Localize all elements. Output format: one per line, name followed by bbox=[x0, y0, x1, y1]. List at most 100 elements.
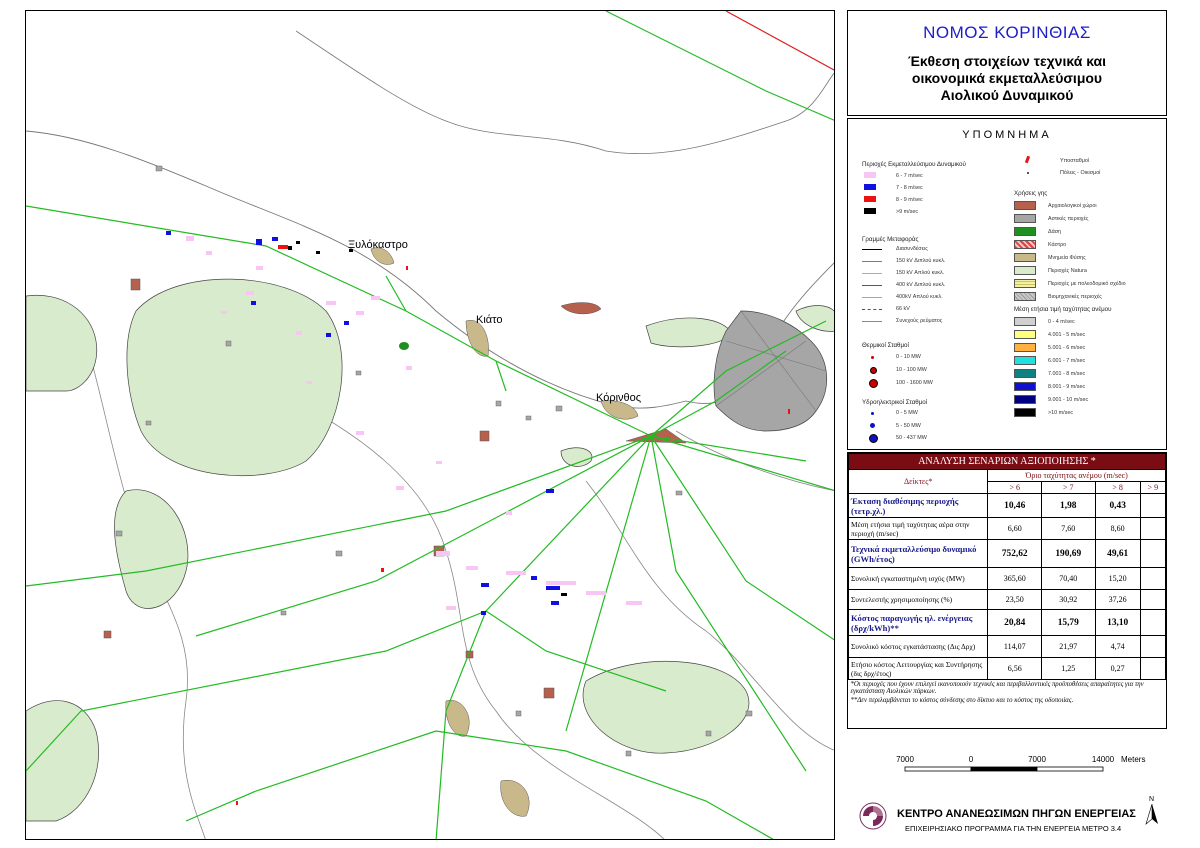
legend-line-swatch bbox=[862, 261, 882, 262]
legend-label: 5 - 50 MW bbox=[896, 423, 921, 429]
cell-value: 15,20 bbox=[1094, 567, 1141, 590]
natura-area bbox=[795, 305, 834, 332]
threshold-header: > 6 bbox=[987, 481, 1042, 494]
transmission-400kv bbox=[725, 11, 834, 71]
forest bbox=[399, 342, 409, 350]
cell-value: 10,46 bbox=[987, 493, 1042, 518]
row-label: Συνολικό κόστος εγκατάστασης (Δις Δρχ) bbox=[848, 635, 989, 658]
legend-label: Περιοχές με πολεοδομικό σχέδιο bbox=[1048, 281, 1126, 287]
row-label: Κόστος παραγωγής ηλ. ενέργειας (δρχ/kWh)… bbox=[848, 609, 989, 636]
legend-swatch-landuse bbox=[1014, 253, 1036, 262]
cell-value bbox=[1139, 493, 1166, 518]
legend-swatch-wind bbox=[1014, 408, 1036, 417]
cell-value: 70,40 bbox=[1040, 567, 1096, 590]
legend-thermal-header: Θερμικοί Σταθμοί bbox=[862, 342, 909, 349]
scale-label: 0 bbox=[969, 755, 974, 764]
cell-value: 6,60 bbox=[987, 517, 1042, 540]
legend-label: 10 - 100 MW bbox=[896, 367, 927, 373]
cell-value: 37,26 bbox=[1094, 589, 1141, 610]
natura-area bbox=[645, 317, 732, 348]
analysis-table: ΑΝΑΛΥΣΗ ΣΕΝΑΡΙΩΝ ΑΞΙΟΠΟΙΗΣΗΣ * Δείκτες* … bbox=[848, 453, 1166, 705]
legend-label: 0 - 4 m/sec bbox=[1048, 319, 1075, 325]
legend-title: ΥΠΟΜΝΗΜΑ bbox=[962, 129, 1052, 141]
natura-area bbox=[26, 700, 99, 822]
legend-swatch-wind bbox=[1014, 382, 1036, 391]
north-label: N bbox=[1149, 796, 1155, 803]
report-title-line: Αιολικού Δυναμικού bbox=[940, 87, 1074, 103]
legend-label: 4.001 - 5 m/sec bbox=[1048, 332, 1086, 338]
legend-swatch-wind bbox=[1014, 343, 1036, 352]
town-label-korinthos: Κόρινθος bbox=[596, 392, 642, 404]
legend-label: Υποσταθμοί bbox=[1060, 158, 1090, 164]
row-label: Συνολική εγκαταστημένη ισχύς (MW) bbox=[848, 567, 989, 590]
legend-label: 0 - 5 MW bbox=[896, 410, 918, 416]
legend-swatch-wind bbox=[1014, 356, 1036, 365]
threshold-header: > 7 bbox=[1040, 481, 1096, 494]
legend-swatch-potential bbox=[864, 184, 876, 190]
scale-unit: Meters bbox=[1121, 755, 1145, 764]
legend-label: Συνεχούς ρεύματος bbox=[896, 318, 943, 324]
legend-label: Βιομηχανικές περιοχές bbox=[1048, 294, 1102, 300]
hydro-icon-large bbox=[869, 434, 878, 443]
thermal-icon-small bbox=[871, 356, 874, 359]
map-canvas bbox=[26, 11, 834, 839]
cell-value bbox=[1139, 635, 1166, 658]
cell-value bbox=[1139, 539, 1166, 568]
scale-label: 7000 bbox=[896, 755, 914, 764]
legend-label: 5.001 - 6 m/sec bbox=[1048, 345, 1086, 351]
natura-area bbox=[582, 660, 750, 754]
archaeological-site bbox=[560, 302, 602, 315]
legend-box: ΥΠΟΜΝΗΜΑ Περιοχές Εκμεταλλεύσιμου Δυναμι… bbox=[847, 118, 1167, 450]
footnote: *Οι περιοχές που έχουν επιλεγεί ικανοποι… bbox=[850, 681, 1144, 695]
cell-value bbox=[1139, 567, 1166, 590]
legend-line-swatch bbox=[862, 285, 882, 286]
cell-value: 365,60 bbox=[987, 567, 1042, 590]
map-frame[interactable]: Ξυλόκαστρο Κιάτο Κόρινθος bbox=[25, 10, 835, 840]
archaeological-site bbox=[130, 278, 141, 291]
legend-swatch-wind bbox=[1014, 317, 1036, 326]
coastline-north bbox=[295, 30, 834, 154]
analysis-title: ΑΝΑΛΥΣΗ ΣΕΝΑΡΙΩΝ ΑΞΙΟΠΟΙΗΣΗΣ * bbox=[848, 453, 1166, 470]
legend-label: 8.001 - 9 m/sec bbox=[1048, 384, 1086, 390]
cell-value: 15,79 bbox=[1040, 609, 1096, 636]
legend-swatch-potential bbox=[864, 196, 876, 202]
legend-label: 150 kV Διπλού κυκλ. bbox=[896, 258, 946, 264]
legend-label: Δάση bbox=[1048, 229, 1062, 235]
cres-logo-icon bbox=[859, 802, 887, 830]
legend-swatch-landuse bbox=[1014, 227, 1036, 236]
title-box: ΝΟΜΟΣ ΚΟΡΙΝΘΙΑΣ Έκθεση στοιχείων τεχνικά… bbox=[847, 10, 1167, 116]
cell-value: 8,60 bbox=[1094, 517, 1141, 540]
org-name: ΚΕΝΤΡΟ ΑΝΑΝΕΩΣΙΜΩΝ ΠΗΓΩΝ ΕΝΕΡΓΕΙΑΣ bbox=[897, 808, 1136, 820]
legend-label: 150 kV Απλού κυκλ. bbox=[896, 270, 945, 276]
legend-label: Αστικές περιοχές bbox=[1048, 216, 1089, 222]
row-label: Μέση ετήσια τιμή ταχύτητας αέρα στην περ… bbox=[848, 517, 989, 540]
col-indicators: Δείκτες* bbox=[848, 469, 989, 494]
legend-swatch-landuse bbox=[1014, 292, 1036, 301]
thermal-icon-medium bbox=[870, 367, 877, 374]
substation-icon bbox=[1024, 155, 1031, 164]
legend-label: 100 - 1600 MW bbox=[896, 380, 933, 386]
legend-line-swatch bbox=[862, 249, 882, 250]
threshold-header: > 8 bbox=[1094, 481, 1141, 494]
legend-label: 8 - 9 m/sec bbox=[896, 197, 923, 203]
scale-label: 7000 bbox=[1028, 755, 1046, 764]
legend-label: 7 - 8 m/sec bbox=[896, 185, 923, 191]
legend-label: Κάστρο bbox=[1048, 242, 1067, 248]
legend-label: 400 kV Διπλού κυκλ. bbox=[896, 282, 946, 288]
town-label-xylokastro: Ξυλόκαστρο bbox=[348, 239, 408, 251]
legend-label: Διασυνδέσεις bbox=[896, 246, 928, 252]
legend-swatch-wind bbox=[1014, 369, 1036, 378]
cell-value: 6,56 bbox=[987, 657, 1042, 680]
natura-area bbox=[114, 489, 189, 609]
legend-label: Μνημεία Φύσης bbox=[1048, 255, 1086, 261]
natura-area bbox=[26, 294, 98, 392]
legend-label: 6 - 7 m/sec bbox=[896, 173, 923, 179]
legend-wind-header: Μέση ετήσια τιμή ταχύτητας ανέμου bbox=[1014, 306, 1112, 313]
legend-swatch-potential bbox=[864, 208, 876, 214]
cell-value: 21,97 bbox=[1040, 635, 1096, 658]
legend-label: 66 kV bbox=[896, 306, 910, 312]
cell-value: 0,27 bbox=[1094, 657, 1141, 680]
cell-value bbox=[1139, 609, 1166, 636]
scale-label: 14000 bbox=[1092, 755, 1115, 764]
report-title: Έκθεση στοιχείων τεχνικά και οικονομικά … bbox=[848, 53, 1166, 104]
